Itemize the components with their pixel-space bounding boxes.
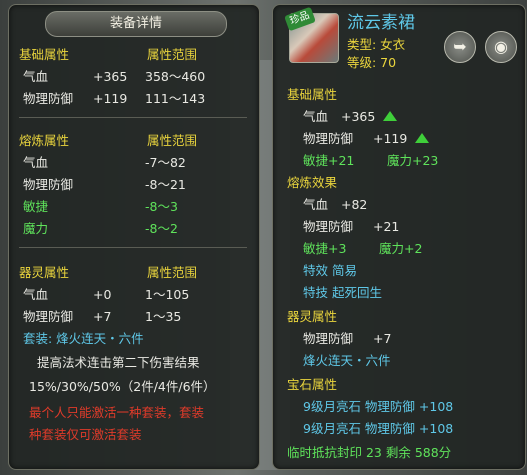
share-button[interactable]: ➥ [444, 31, 476, 63]
forge-bonus: 敏捷+3 [303, 241, 347, 256]
panel-title: 装备详情 [45, 11, 227, 37]
divider [19, 117, 247, 118]
spirit-row-name: 气血 [23, 287, 49, 302]
forge-row-name: 物理防御 [23, 177, 74, 192]
forge-bonus: 魔力+2 [379, 241, 423, 256]
forge-row-range: -7～82 [145, 155, 186, 170]
base-row-name: 气血 [23, 69, 49, 84]
base-row-range: 111～143 [145, 91, 206, 106]
view-button[interactable]: ◉ [485, 31, 517, 63]
set-warning-line1: 最个人只能激活一种套装，套装 [29, 405, 205, 420]
set-warning-line2: 种套装仅可激活套装 [29, 427, 142, 442]
eye-icon: ◉ [494, 37, 508, 56]
forge-row-range: -8～21 [145, 177, 186, 192]
forge-row-value: +21 [373, 219, 400, 234]
set-name: 烽火连天・六件 [303, 353, 391, 368]
gem-row: 9级月亮石 物理防御 +108 [303, 421, 454, 436]
seal-resist-line: 临时抵抗封印 23 剩余 588分 [287, 445, 452, 460]
up-arrow-icon [383, 111, 397, 121]
forge-row-name: 气血 [303, 197, 329, 212]
special-effect: 特效 简易 [303, 263, 357, 278]
base-attr-header: 基础属性 [287, 87, 338, 102]
forge-range-header: 属性范围 [147, 133, 198, 148]
spirit-row-range: 1～105 [145, 287, 190, 302]
base-attr-header: 基础属性 [19, 47, 70, 62]
item-type: 类型: 女衣 [347, 37, 406, 52]
spirit-range-header: 属性范围 [147, 265, 198, 280]
spirit-attr-header: 器灵属性 [287, 309, 338, 324]
forge-row-range: -8～2 [145, 221, 178, 236]
forge-row-name: 气血 [23, 155, 49, 170]
forge-row-range: -8～3 [145, 199, 178, 214]
base-row-name: 气血 [303, 109, 329, 124]
spirit-row-range: 1～35 [145, 309, 182, 324]
gem-attr-header: 宝石属性 [287, 377, 338, 392]
item-tooltip-panel: 珍品 流云素裙 类型: 女衣 等级: 70 ➥ ◉ 基础属性 气血 +365 物… [272, 4, 526, 470]
set-values: 15%/30%/50%（2件/4件/6件） [29, 379, 216, 394]
forge-row-name: 魔力 [23, 221, 49, 236]
forge-row-value: +82 [341, 197, 368, 212]
gem-row: 9级月亮石 物理防御 +108 [303, 399, 454, 414]
special-skill: 特技 起死回生 [303, 285, 382, 300]
base-row-value: +365 [93, 69, 128, 84]
up-arrow-icon [415, 133, 429, 143]
forge-row-name: 物理防御 [303, 219, 354, 234]
set-label: 套装: 烽火连天・六件 [23, 331, 144, 346]
spirit-row-value: +7 [373, 331, 392, 346]
forge-effect-header: 熔炼效果 [287, 175, 338, 190]
base-bonus: 敏捷+21 [303, 153, 355, 168]
base-bonus: 魔力+23 [387, 153, 439, 168]
base-row-value: +365 [341, 109, 376, 124]
base-row-value: +119 [93, 91, 128, 106]
forge-row-name: 敏捷 [23, 199, 49, 214]
spirit-row-value: +0 [93, 287, 112, 302]
base-row-range: 358～460 [145, 69, 206, 84]
equipment-detail-panel: 装备详情 基础属性 属性范围 气血 +365 358～460 物理防御 +119… [8, 4, 260, 470]
base-row-value: +119 [373, 131, 408, 146]
base-row-name: 物理防御 [303, 131, 354, 146]
item-name: 流云素裙 [347, 13, 415, 33]
base-row-name: 物理防御 [23, 91, 74, 106]
forge-attr-header: 熔炼属性 [19, 133, 70, 148]
spirit-row-name: 物理防御 [303, 331, 354, 346]
base-range-header: 属性范围 [147, 47, 198, 62]
item-level: 等级: 70 [347, 55, 397, 70]
divider [19, 247, 247, 248]
spirit-row-value: +7 [93, 309, 112, 324]
share-icon: ➥ [453, 37, 467, 56]
spirit-attr-header: 器灵属性 [19, 265, 70, 280]
spirit-row-name: 物理防御 [23, 309, 74, 324]
set-description: 提高法术连击第二下伤害结果 [37, 355, 200, 370]
